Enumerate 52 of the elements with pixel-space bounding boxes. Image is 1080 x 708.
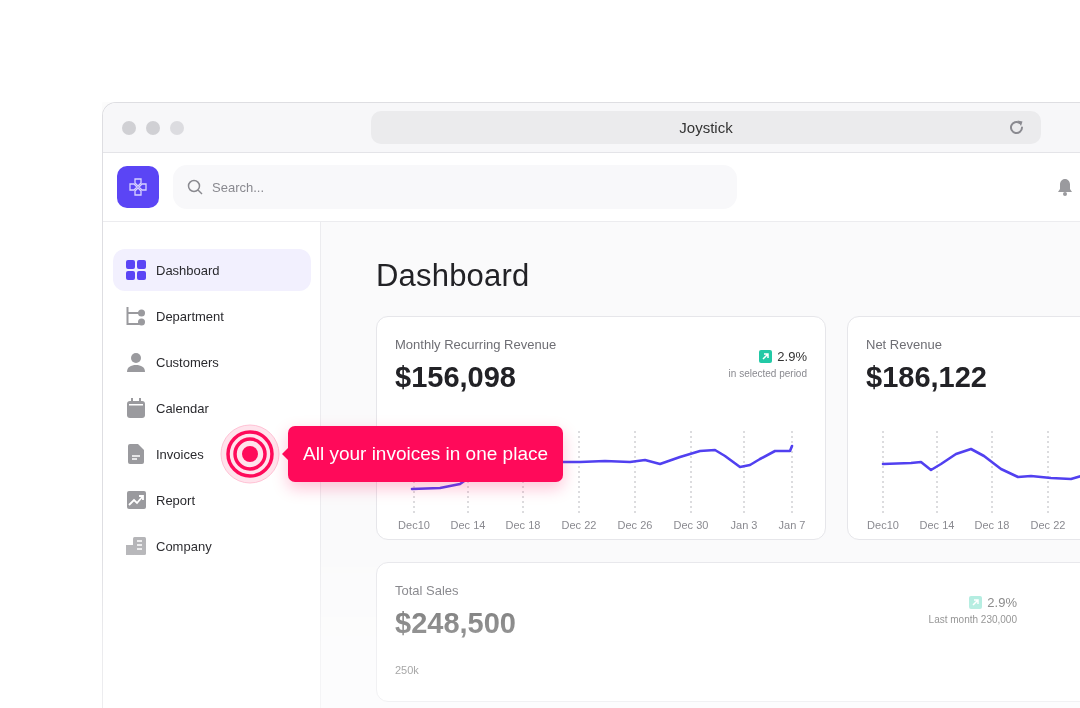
- sidebar-item[interactable]: Dashboard: [113, 249, 311, 291]
- change-value: 2.9%: [777, 349, 807, 364]
- trend-up-icon: [969, 596, 983, 609]
- search-field[interactable]: Search...: [173, 165, 737, 209]
- card-title: Total Sales: [395, 583, 460, 598]
- sidebar-item[interactable]: Calendar: [113, 387, 311, 429]
- axis-label: Dec 26: [617, 519, 653, 531]
- tooltip-pointer: [282, 448, 288, 460]
- sidebar-item[interactable]: Company: [113, 525, 311, 567]
- change-note: Last month 230,000: [928, 614, 1017, 625]
- change-note: in selected period: [728, 368, 807, 379]
- change-value: 2.9%: [987, 595, 1017, 610]
- building-icon: [126, 537, 146, 555]
- address-bar[interactable]: Joystick: [371, 111, 1041, 144]
- chart-icon: [126, 491, 146, 509]
- axis-label: Dec 18: [505, 519, 541, 531]
- hierarchy-icon: [126, 306, 146, 326]
- refresh-icon[interactable]: [1008, 119, 1025, 136]
- axis-label: Dec 22: [561, 519, 597, 531]
- calendar-icon: [127, 398, 145, 418]
- window-title: Joystick: [679, 119, 733, 136]
- search-icon: [187, 179, 203, 195]
- card-value: $248,500: [395, 607, 516, 640]
- axis-label: 250k: [395, 664, 419, 676]
- pulse-marker-icon: [220, 424, 280, 484]
- bell-icon[interactable]: [1057, 178, 1073, 196]
- card-title: Net Revenue: [866, 337, 943, 352]
- sidebar-item[interactable]: Report: [113, 479, 311, 521]
- gamepad-icon: [127, 176, 149, 198]
- axis-label: Dec 18: [974, 519, 1010, 531]
- axis-label: Dec10: [867, 519, 899, 531]
- axis-label: Dec 14: [919, 519, 955, 531]
- axis-label: Dec10: [398, 519, 430, 531]
- card-value: $186,122: [866, 361, 987, 394]
- card-value: $156,098: [395, 361, 517, 394]
- document-icon: [128, 444, 144, 464]
- window-control[interactable]: [122, 120, 136, 135]
- axis-label: Jan 7: [778, 519, 806, 531]
- card-title: Monthly Recurring Revenue: [395, 337, 557, 352]
- sidebar-item[interactable]: Department: [113, 295, 311, 337]
- grid-icon: [126, 260, 146, 280]
- axis-label: Dec 14: [450, 519, 486, 531]
- app-logo[interactable]: [117, 166, 159, 208]
- sidebar-item[interactable]: Customers: [113, 341, 311, 383]
- user-icon: [127, 352, 145, 372]
- axis-label: Dec 30: [673, 519, 709, 531]
- axis-label: Dec 22: [1030, 519, 1066, 531]
- window-control[interactable]: [146, 120, 160, 135]
- axis-label: Jan 3: [730, 519, 758, 531]
- trend-up-icon: [759, 350, 773, 363]
- page-title: Dashboard: [376, 258, 531, 294]
- tooltip: All your invoices in one place: [288, 426, 564, 482]
